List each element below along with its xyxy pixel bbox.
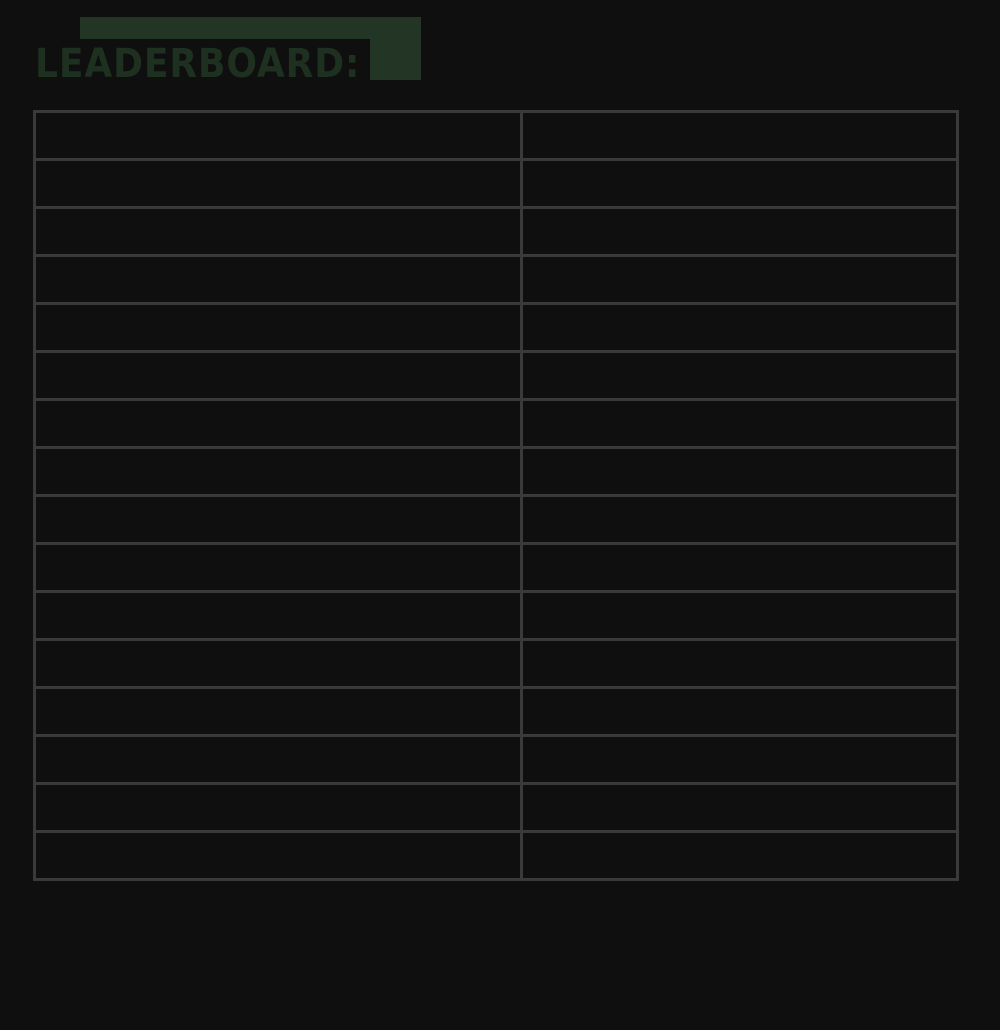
page-title: LEADERBOARD:	[35, 41, 361, 87]
leaderboard-row	[33, 398, 959, 449]
player-name-cell	[33, 302, 523, 353]
player-score-cell	[520, 110, 959, 161]
player-score-cell	[520, 350, 959, 401]
player-name-cell	[33, 782, 523, 833]
player-score-cell	[520, 686, 959, 737]
leaderboard-row	[33, 638, 959, 689]
leaderboard-row	[33, 110, 959, 161]
player-score-cell	[520, 734, 959, 785]
player-name-cell	[33, 494, 523, 545]
player-name-cell	[33, 542, 523, 593]
leaderboard-row	[33, 542, 959, 593]
player-score-cell	[520, 494, 959, 545]
player-score-cell	[520, 638, 959, 689]
player-name-cell	[33, 638, 523, 689]
leaderboard-row	[33, 494, 959, 545]
leaderboard-table	[33, 110, 959, 881]
player-name-cell	[33, 830, 523, 881]
player-score-cell	[520, 782, 959, 833]
player-name-cell	[33, 398, 523, 449]
leaderboard-row	[33, 686, 959, 737]
player-name-cell	[33, 110, 523, 161]
player-name-cell	[33, 590, 523, 641]
leaderboard-row	[33, 782, 959, 833]
leaderboard-row	[33, 254, 959, 305]
leaderboard-row	[33, 446, 959, 497]
player-name-cell	[33, 158, 523, 209]
player-score-cell	[520, 302, 959, 353]
player-name-cell	[33, 350, 523, 401]
player-name-cell	[33, 734, 523, 785]
player-name-cell	[33, 686, 523, 737]
leaderboard-row	[33, 830, 959, 881]
leaderboard-body	[33, 110, 959, 881]
player-score-cell	[520, 254, 959, 305]
leaderboard-row	[33, 350, 959, 401]
leaderboard-row	[33, 734, 959, 785]
player-score-cell	[520, 590, 959, 641]
leaderboard-row	[33, 158, 959, 209]
player-score-cell	[520, 830, 959, 881]
player-score-cell	[520, 158, 959, 209]
leaderboard-row	[33, 302, 959, 353]
player-score-cell	[520, 542, 959, 593]
leaderboard-row	[33, 206, 959, 257]
player-name-cell	[33, 254, 523, 305]
player-score-cell	[520, 398, 959, 449]
player-name-cell	[33, 206, 523, 257]
leaderboard-row	[33, 590, 959, 641]
player-name-cell	[33, 446, 523, 497]
player-score-cell	[520, 446, 959, 497]
player-score-cell	[520, 206, 959, 257]
